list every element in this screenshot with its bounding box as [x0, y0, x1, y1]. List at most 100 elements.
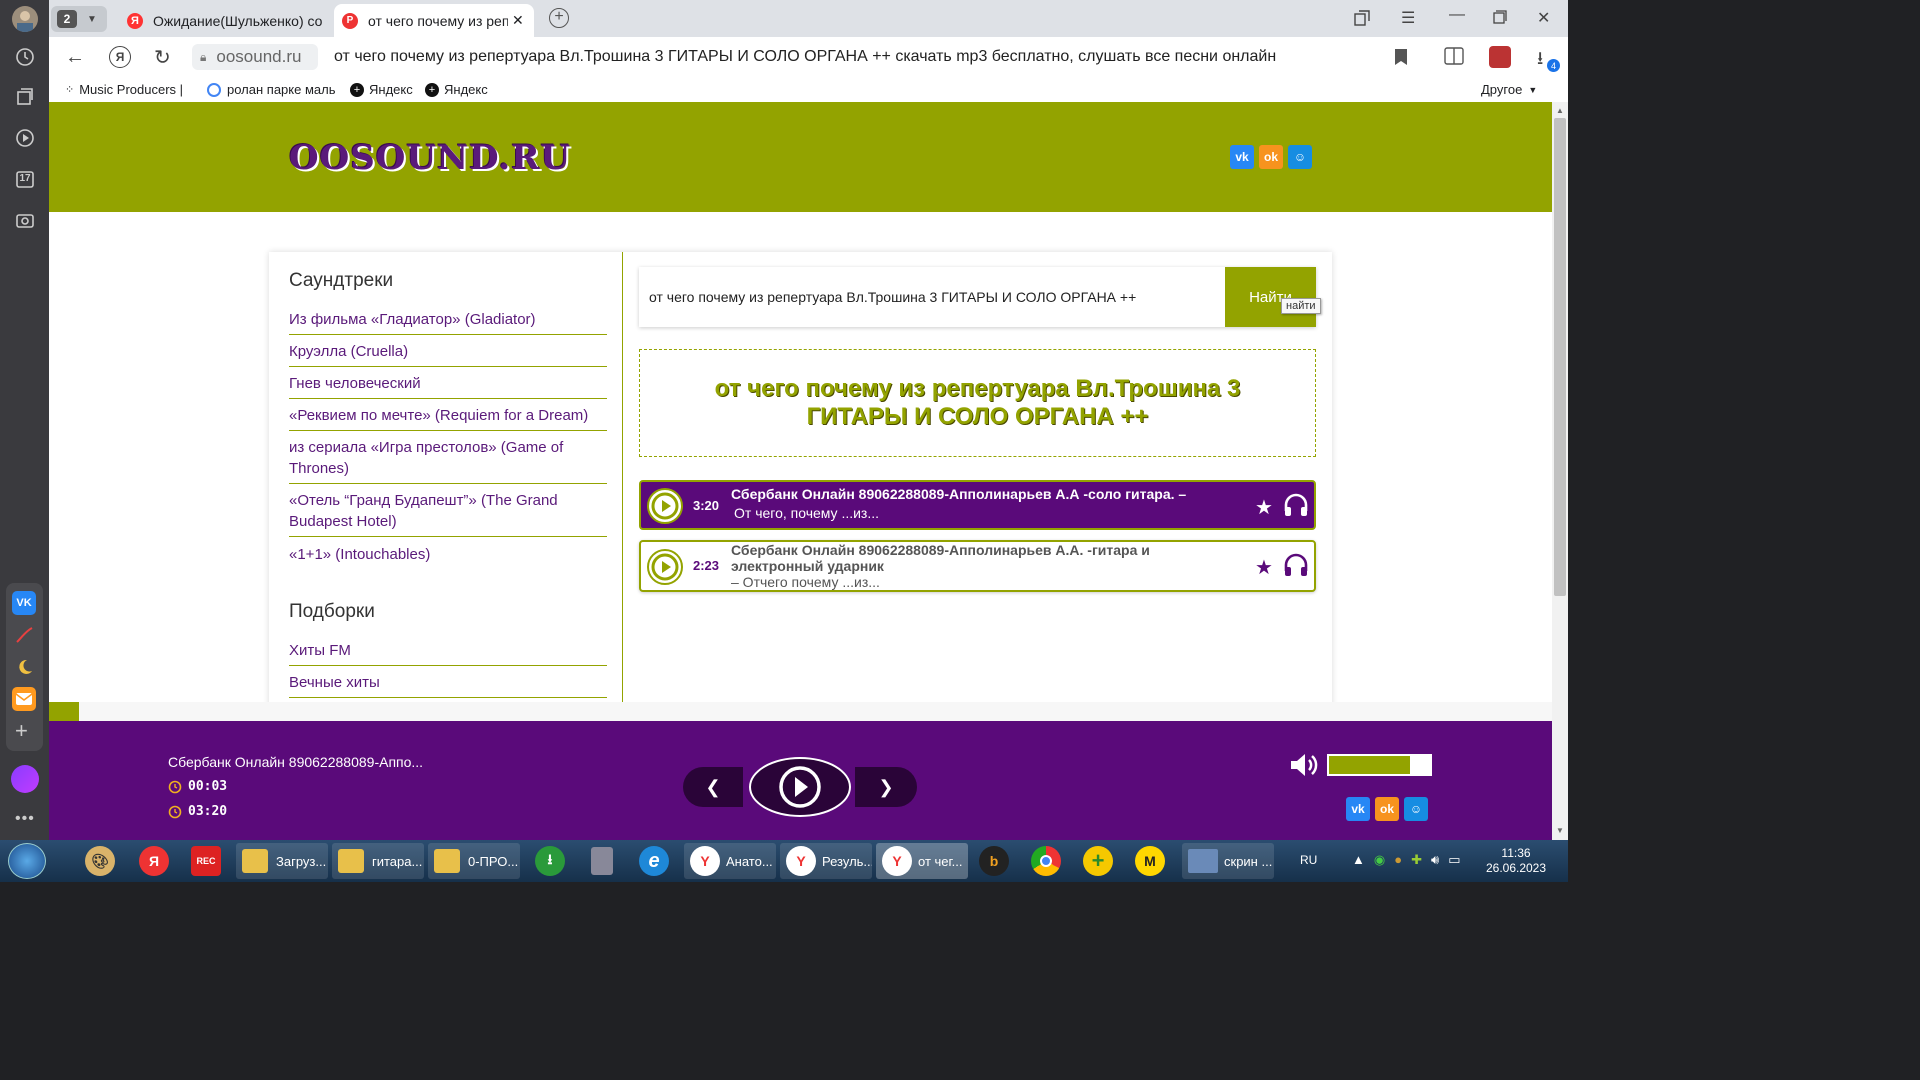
ok-share-icon[interactable]: ok	[1259, 145, 1283, 169]
prev-button[interactable]: ❮	[683, 767, 743, 807]
taskbar-downloader[interactable]: ⭳	[530, 843, 570, 879]
restore-icon[interactable]	[1493, 10, 1507, 24]
download-icon[interactable]: ⭳	[1537, 46, 1543, 76]
bookmark-item[interactable]: + Яндекс	[350, 82, 413, 97]
bookmark-item[interactable]: ролан парке маль	[207, 82, 337, 97]
play-circle-icon[interactable]	[647, 549, 683, 585]
tabs-panel-icon[interactable]	[1354, 10, 1370, 26]
other-bookmarks[interactable]: Другое ▼	[1481, 82, 1537, 97]
play-button[interactable]	[749, 757, 851, 817]
menu-icon[interactable]: ☰	[1401, 8, 1415, 28]
taskbar-calculator[interactable]	[582, 843, 622, 879]
soundtrack-link[interactable]: Круэлла (Cruella)	[289, 341, 607, 367]
collections-icon[interactable]	[12, 84, 38, 110]
video-play-icon[interactable]	[12, 125, 38, 151]
profile-avatar[interactable]	[12, 6, 38, 32]
history-icon[interactable]	[12, 44, 38, 70]
volume-tray-icon[interactable]: 🔊︎	[1431, 852, 1439, 868]
scroll-down-icon[interactable]: ▼	[1556, 826, 1564, 835]
taskbar-recorder[interactable]: REC	[186, 843, 226, 879]
feather-app-icon[interactable]	[12, 623, 36, 647]
extension-icon[interactable]	[1489, 46, 1511, 68]
tray-arrow-icon[interactable]: ▲	[1352, 852, 1365, 868]
taskbar-yandex[interactable]: Я	[134, 843, 174, 879]
tab-active[interactable]: P от чего почему из репе ✕	[334, 4, 534, 37]
headphones-icon[interactable]	[1283, 553, 1309, 577]
tab-inactive[interactable]: Я Ожидание(Шульженко) со	[127, 4, 327, 37]
bookmark-item[interactable]: ⁘ Music Producers |	[65, 82, 183, 97]
soundtrack-link[interactable]: Из фильма «Гладиатор» (Gladiator)	[289, 309, 607, 335]
minimize-icon[interactable]: —	[1449, 6, 1465, 24]
soundtrack-link[interactable]: из сериала «Игра престолов» (Game of Thr…	[289, 437, 607, 484]
moon-app-icon[interactable]	[12, 655, 36, 679]
headphones-icon[interactable]	[1283, 493, 1309, 517]
favorite-star-icon[interactable]: ★	[1255, 495, 1273, 520]
taskbar-app[interactable]: b	[974, 843, 1014, 879]
soundtrack-link[interactable]: Гнев человеческий	[289, 373, 607, 399]
tray-app-icon[interactable]: ✚	[1411, 852, 1422, 868]
close-window-icon[interactable]: ✕	[1537, 8, 1550, 28]
tab-close-icon[interactable]: ✕	[512, 12, 524, 29]
start-button[interactable]	[8, 843, 46, 879]
taskbar-ie[interactable]: e	[634, 843, 674, 879]
volume-slider[interactable]	[1327, 754, 1432, 776]
reader-icon[interactable]	[1444, 47, 1464, 65]
track-title[interactable]: Сбербанк Онлайн 89062288089-Апполинарьев…	[731, 486, 1211, 521]
yandex-home-icon[interactable]: Я	[109, 46, 131, 68]
taskbar-window[interactable]: Y Анато...	[684, 843, 776, 879]
vk-share-icon[interactable]: vk	[1230, 145, 1254, 169]
soundtrack-link[interactable]: «1+1» (Intouchables)	[289, 544, 607, 569]
collection-link[interactable]: Вечные хиты	[289, 672, 607, 698]
soundtrack-link[interactable]: «Отель “Гранд Будапешт”» (The Grand Buda…	[289, 490, 607, 537]
bookmark-item[interactable]: + Яндекс	[425, 82, 488, 97]
bookmark-icon[interactable]	[1394, 48, 1408, 66]
scroll-thumb[interactable]	[1554, 118, 1566, 596]
track-row-active[interactable]: 3:20 Сбербанк Онлайн 89062288089-Апполин…	[639, 480, 1316, 530]
mail-share-icon[interactable]: ☺	[1288, 145, 1312, 169]
taskbar-chrome[interactable]	[1026, 843, 1066, 879]
language-indicator[interactable]: RU	[1300, 853, 1317, 867]
add-app-icon[interactable]: +	[15, 720, 28, 742]
track-title[interactable]: Сбербанк Онлайн 89062288089-Апполинарьев…	[731, 542, 1171, 590]
tab-group-button[interactable]: 2 ▼	[51, 6, 107, 32]
page-title-omnibox[interactable]: от чего почему из репертуара Вл.Трошина …	[334, 48, 1276, 66]
player-progress-fill[interactable]	[49, 702, 79, 721]
screenshot-icon[interactable]	[12, 207, 38, 233]
taskbar-window[interactable]: гитара...	[332, 843, 424, 879]
new-tab-button[interactable]: +	[549, 8, 569, 28]
next-button[interactable]: ❯	[855, 767, 917, 807]
taskbar-app[interactable]: M	[1130, 843, 1170, 879]
play-circle-icon[interactable]	[647, 488, 683, 524]
site-logo[interactable]: OOSOUND.RU	[289, 138, 571, 178]
back-arrow-icon[interactable]: ←	[65, 47, 85, 67]
search-button[interactable]: Найти	[1225, 267, 1316, 327]
network-icon[interactable]: ◉	[1374, 852, 1385, 868]
ok-share-icon[interactable]: ok	[1375, 797, 1399, 821]
favorite-star-icon[interactable]: ★	[1255, 555, 1273, 580]
url-chip[interactable]: 🔒︎ oosound.ru	[192, 44, 318, 70]
volume-icon[interactable]	[1289, 751, 1321, 779]
collection-link[interactable]: Хиты FM	[289, 640, 607, 666]
scroll-up-icon[interactable]: ▲	[1556, 106, 1564, 115]
taskbar-paint[interactable]: 🎨︎	[80, 843, 120, 879]
vk-share-icon[interactable]: vk	[1346, 797, 1370, 821]
taskbar-window[interactable]: скрин ...	[1182, 843, 1274, 879]
soundtrack-link[interactable]: «Реквием по мечте» (Requiem for a Dream)	[289, 405, 607, 431]
clock[interactable]: 11:36 26.06.2023	[1480, 846, 1552, 876]
track-row[interactable]: 2:23 Сбербанк Онлайн 89062288089-Апполин…	[639, 540, 1316, 592]
display-tray-icon[interactable]: ▭	[1448, 852, 1460, 868]
mail-app-icon[interactable]	[12, 687, 36, 711]
taskbar-window-active[interactable]: Y от чег...	[876, 843, 968, 879]
reload-icon[interactable]: ↻	[154, 45, 171, 70]
alice-assistant-icon[interactable]	[11, 765, 39, 793]
taskbar-app[interactable]: +	[1078, 843, 1118, 879]
taskbar-window[interactable]: 0-ПРО...	[428, 843, 520, 879]
page-scrollbar[interactable]: ▲ ▼	[1552, 102, 1568, 840]
tray-app-icon[interactable]: ●	[1394, 852, 1402, 868]
taskbar-window[interactable]: Y Резуль...	[780, 843, 872, 879]
mail-share-icon[interactable]: ☺	[1404, 797, 1428, 821]
search-input[interactable]: от чего почему из репертуара Вл.Трошина …	[649, 289, 1136, 305]
taskbar-window[interactable]: Загруз...	[236, 843, 328, 879]
more-icon[interactable]: •••	[15, 810, 35, 828]
vk-app-icon[interactable]: VK	[12, 591, 36, 615]
